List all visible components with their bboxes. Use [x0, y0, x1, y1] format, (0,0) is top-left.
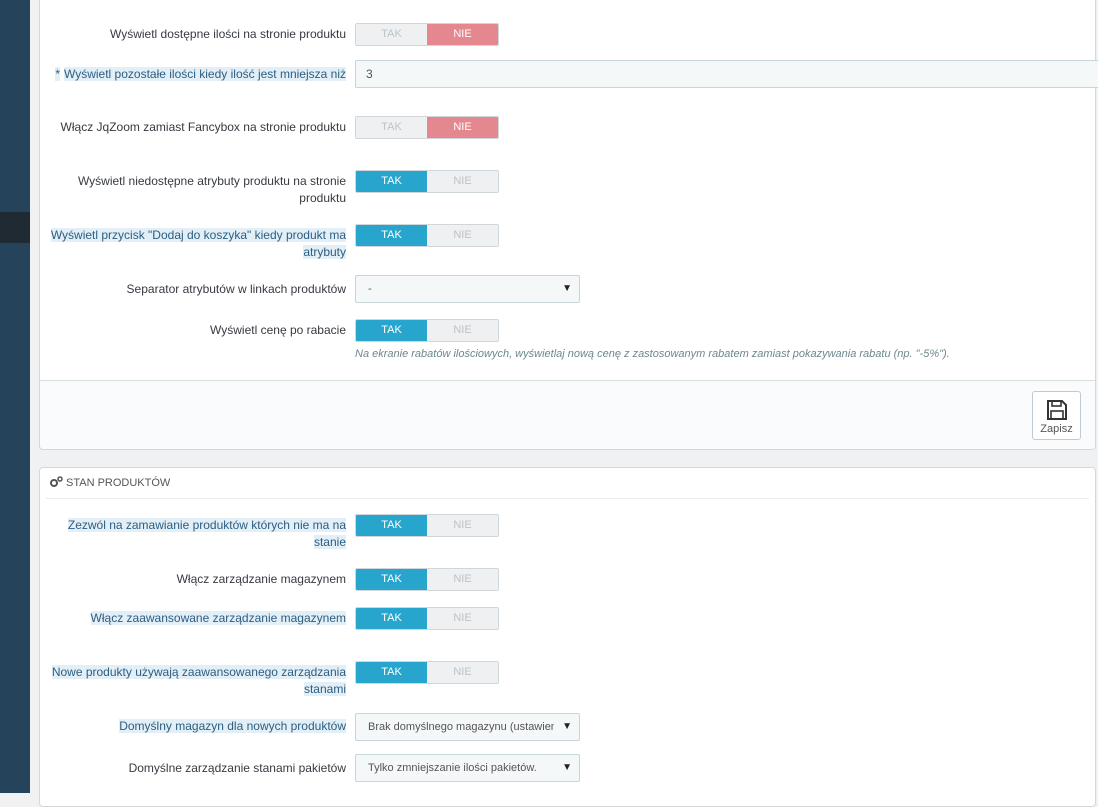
caret-down-icon: ▼	[562, 762, 572, 773]
switch-option-no[interactable]: NIE	[427, 662, 498, 683]
switch-option-yes[interactable]: TAK	[356, 662, 427, 683]
cogs-icon	[50, 476, 63, 487]
required-marker: *	[55, 67, 60, 81]
pack-stock-management-select[interactable]: Tylko zmniejszanie ilości pakietów. ▼	[355, 754, 580, 782]
switch-option-yes[interactable]: TAK	[356, 569, 427, 590]
switch-enable-jqzoom[interactable]: TAK NIE	[355, 116, 499, 139]
label-enable-stock-management: Włącz zarządzanie magazynem	[176, 572, 346, 586]
switch-option-no[interactable]: NIE	[427, 320, 498, 341]
panel-footer: Zapisz	[40, 380, 1095, 449]
switch-option-yes[interactable]: TAK	[356, 24, 427, 45]
label-new-products-advanced-stock: Nowe produkty używają zaawansowanego zar…	[51, 665, 346, 696]
discounted-price-help-text: Na ekranie rabatów ilościowych, wyświetl…	[355, 348, 950, 360]
switch-display-discounted-price[interactable]: TAK NIE	[355, 319, 499, 342]
caret-down-icon: ▼	[562, 721, 572, 732]
save-button[interactable]: Zapisz	[1032, 391, 1081, 440]
switch-option-yes[interactable]: TAK	[356, 117, 427, 138]
switch-option-no[interactable]: NIE	[427, 569, 498, 590]
save-icon	[1046, 400, 1067, 420]
switch-option-yes[interactable]: TAK	[356, 225, 427, 246]
switch-option-no[interactable]: NIE	[427, 225, 498, 246]
switch-enable-stock-management[interactable]: TAK NIE	[355, 568, 499, 591]
switch-new-products-advanced-stock[interactable]: TAK NIE	[355, 661, 499, 684]
switch-option-no[interactable]: NIE	[427, 24, 498, 45]
label-enable-jqzoom: Włącz JqZoom zamiast Fancybox na stronie…	[60, 120, 346, 134]
admin-sidebar	[0, 0, 30, 793]
label-display-discounted-price: Wyświetl cenę po rabacie	[210, 323, 346, 337]
label-default-pack-stock-management: Domyślne zarządzanie stanami pakietów	[128, 761, 346, 775]
label-remaining-quantity-threshold: * Wyświetl pozostałe ilości kiedy ilość j…	[55, 67, 346, 81]
caret-down-icon: ▼	[562, 283, 572, 294]
switch-display-available-quantities[interactable]: TAK NIE	[355, 23, 499, 46]
switch-display-unavailable-attributes[interactable]: TAK NIE	[355, 170, 499, 193]
label-advanced-stock-management: Włącz zaawansowane zarządzanie magazynem	[90, 611, 346, 625]
switch-option-no[interactable]: NIE	[427, 171, 498, 192]
label-allow-out-of-stock-orders: Zezwól na zamawianie produktów których n…	[67, 518, 346, 549]
sidebar-active-item[interactable]	[0, 212, 30, 243]
switch-advanced-stock-management[interactable]: TAK NIE	[355, 607, 499, 630]
panel-heading: STAN PRODUKTÓW	[46, 468, 1089, 499]
product-page-settings-panel: Wyświetl dostępne ilości na stronie prod…	[39, 0, 1098, 450]
label-add-to-cart-with-attributes: Wyświetl przycisk "Dodaj do koszyka" kie…	[50, 228, 346, 259]
label-display-available-quantities: Wyświetl dostępne ilości na stronie prod…	[109, 27, 346, 41]
switch-allow-out-of-stock-orders[interactable]: TAK NIE	[355, 514, 499, 537]
stock-settings-panel: STAN PRODUKTÓW Zezwól na zamawianie prod…	[39, 467, 1096, 807]
switch-option-yes[interactable]: TAK	[356, 608, 427, 629]
default-warehouse-select[interactable]: Brak domyślnego magazynu (ustawienie dom…	[355, 713, 580, 741]
switch-option-no[interactable]: NIE	[427, 608, 498, 629]
remaining-quantity-input[interactable]: 3	[355, 60, 1098, 88]
switch-option-yes[interactable]: TAK	[356, 515, 427, 536]
switch-option-no[interactable]: NIE	[427, 515, 498, 536]
switch-add-to-cart-with-attributes[interactable]: TAK NIE	[355, 224, 499, 247]
switch-option-yes[interactable]: TAK	[356, 320, 427, 341]
label-attribute-separator: Separator atrybutów w linkach produktów	[126, 282, 346, 296]
label-display-unavailable-attributes: Wyświetl niedostępne atrybuty produktu n…	[77, 174, 346, 205]
switch-option-yes[interactable]: TAK	[356, 171, 427, 192]
switch-option-no[interactable]: NIE	[427, 117, 498, 138]
attribute-separator-select[interactable]: - ▼	[355, 275, 580, 303]
label-default-warehouse: Domyślny magazyn dla nowych produktów	[119, 719, 346, 733]
